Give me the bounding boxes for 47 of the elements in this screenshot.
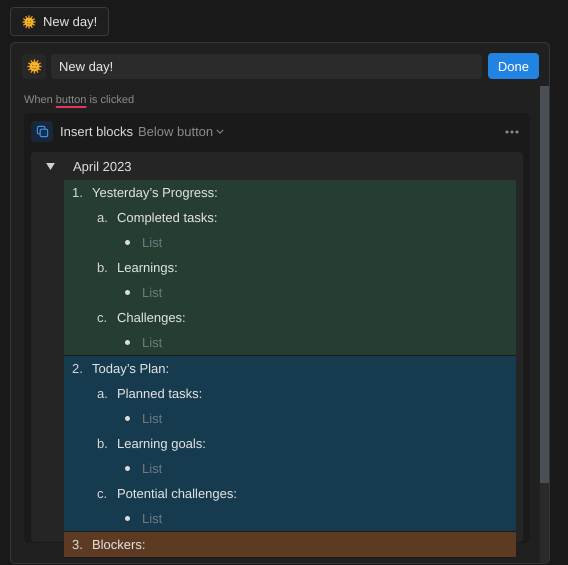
list-letter: a.	[97, 386, 109, 401]
more-icon[interactable]	[505, 130, 519, 134]
position-dropdown[interactable]: Below button	[138, 124, 224, 139]
list-text: Today’s Plan:	[92, 361, 170, 376]
triangle-icon[interactable]	[46, 162, 55, 170]
scrollbar-thumb[interactable]	[540, 86, 549, 483]
list-text: Planned tasks:	[117, 386, 202, 401]
placeholder-text[interactable]: List	[142, 235, 162, 250]
sun-icon	[26, 58, 42, 74]
placeholder-text[interactable]: List	[142, 335, 162, 350]
title-field[interactable]: New day!	[51, 54, 482, 78]
list-letter: b.	[97, 260, 109, 275]
list-text: Learnings:	[117, 260, 178, 275]
list-text: Blockers:	[92, 537, 146, 552]
list-letter: a.	[97, 210, 109, 225]
sun-icon	[22, 14, 36, 28]
done-button[interactable]: Done	[488, 53, 539, 79]
list-letter: c.	[97, 310, 108, 325]
placeholder-text[interactable]: List	[142, 461, 162, 476]
toggle-title: April 2023	[73, 158, 132, 174]
tab-title: New day!	[43, 14, 98, 29]
list-text: Potential challenges:	[117, 486, 237, 501]
scrollbar[interactable]	[540, 86, 549, 563]
list-number: 2.	[72, 361, 84, 376]
list-text: Yesterday’s Progress:	[92, 185, 218, 200]
list-number: 3.	[72, 537, 84, 552]
bullet-icon	[125, 466, 130, 471]
bullet-icon	[125, 516, 130, 521]
list-text: Learning goals:	[117, 436, 206, 451]
bullet-icon	[125, 340, 130, 345]
trigger-text: When button is clicked	[24, 94, 136, 106]
bullet-icon	[125, 290, 130, 295]
copy-icon	[31, 121, 53, 142]
list-number: 1.	[72, 185, 84, 200]
placeholder-text[interactable]: List	[142, 285, 162, 300]
placeholder-text[interactable]: List	[142, 411, 162, 426]
icon-button[interactable]	[22, 54, 46, 78]
caret-icon	[216, 129, 224, 134]
bullet-icon	[125, 416, 130, 421]
bullet-icon	[125, 240, 130, 245]
page-tab[interactable]: New day!	[10, 7, 110, 36]
placeholder-text[interactable]: List	[142, 511, 162, 526]
list-letter: c.	[97, 486, 108, 501]
list-letter: b.	[97, 436, 109, 451]
action-label: Insert blocks	[60, 124, 133, 139]
list-text: Completed tasks:	[117, 210, 218, 225]
list-text: Challenges:	[117, 310, 186, 325]
